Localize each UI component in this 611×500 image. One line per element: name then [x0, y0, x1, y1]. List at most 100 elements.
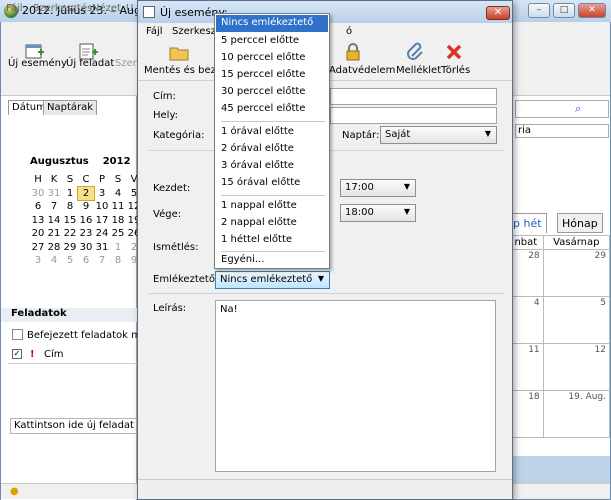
calendar-day[interactable]: 6 — [78, 254, 94, 268]
calendar-select[interactable]: Saját ▼ — [380, 126, 497, 144]
calendar-day[interactable]: 1 — [62, 187, 78, 201]
day-cell[interactable]: 18 — [508, 390, 544, 438]
new-task-button[interactable]: Új feladat — [66, 58, 114, 69]
day-cell[interactable]: 28 — [508, 249, 544, 297]
calendar-day[interactable]: 25 — [110, 227, 126, 241]
calendar-day[interactable]: 31 — [94, 241, 110, 255]
calendar-day[interactable]: 31 — [46, 187, 62, 201]
reminder-option[interactable]: 5 perccel előtte — [216, 33, 328, 50]
search-input[interactable] — [515, 100, 609, 118]
calendar-day[interactable]: 22 — [62, 227, 78, 241]
calendar-day[interactable]: 16 — [78, 214, 94, 228]
menu-file[interactable]: Fájl — [6, 3, 23, 14]
start-time-select[interactable]: 17:00 ▼ — [340, 179, 416, 197]
menu-view[interactable]: Nézet — [92, 3, 121, 14]
description-textarea[interactable]: Na! — [215, 300, 496, 472]
calendar-day[interactable]: 3 — [94, 187, 110, 201]
calendar-day[interactable]: 4 — [46, 254, 62, 268]
reminder-option[interactable]: 3 órával előtte — [216, 158, 328, 175]
calendar-day[interactable]: 8 — [62, 200, 78, 214]
calendar-day[interactable]: 15 — [62, 214, 78, 228]
calendar-day[interactable]: 23 — [78, 227, 94, 241]
calendar-day[interactable]: 8 — [110, 254, 126, 268]
minimize-icon[interactable]: – — [528, 3, 550, 18]
calendar-day[interactable]: 28 — [46, 241, 62, 255]
weekday: P — [98, 174, 106, 186]
tasks-header: Feladatok — [1, 308, 137, 322]
calendar-day-today[interactable]: 2 — [77, 185, 95, 201]
task-done-column-icon[interactable]: ✓ — [12, 349, 22, 359]
reminder-option[interactable]: 45 perccel előtte — [216, 101, 328, 118]
show-completed-tasks[interactable]: Befejezett feladatok meg — [12, 329, 153, 341]
calendar-day[interactable]: 7 — [46, 200, 62, 214]
privacy-button[interactable]: Adatvédelem — [329, 65, 395, 76]
calendar-day[interactable]: 30 — [78, 241, 94, 255]
calendar-day[interactable]: 7 — [94, 254, 110, 268]
day-cell[interactable]: 4 — [508, 296, 544, 344]
day-cell[interactable]: 19. Aug. — [542, 390, 611, 438]
calendar-day[interactable]: 10 — [94, 200, 110, 214]
day-cell[interactable]: 12 — [542, 343, 611, 391]
reminder-option[interactable]: 10 perccel előtte — [216, 50, 328, 67]
dialog-menu-file[interactable]: Fájl — [146, 26, 163, 37]
menu-u[interactable]: U — [126, 3, 133, 14]
calendar-day[interactable]: 13 — [30, 214, 46, 228]
end-time-select[interactable]: 18:00 ▼ — [340, 204, 416, 222]
reminder-option[interactable]: 15 perccel előtte — [216, 67, 328, 84]
calendar-day[interactable]: 14 — [46, 214, 62, 228]
reminder-option[interactable]: 2 órával előtte — [216, 141, 328, 158]
reminder-option[interactable]: 1 órával előtte — [216, 124, 328, 141]
calendar-day[interactable]: 30 — [30, 187, 46, 201]
new-event-button[interactable]: Új esemény — [8, 58, 67, 69]
dialog-menu-options[interactable]: ó — [346, 26, 352, 37]
description-label: Leírás: — [153, 303, 187, 314]
calendar-day[interactable]: 27 — [30, 241, 46, 255]
calendar-day[interactable]: 18 — [110, 214, 126, 228]
calendar-day[interactable]: 1 — [110, 241, 126, 255]
reminder-option-none[interactable]: Nincs emlékeztető — [216, 15, 328, 32]
calendar-day[interactable]: 21 — [46, 227, 62, 241]
mini-calendar-title: Augusztus 2012 — [30, 156, 131, 167]
reminder-option[interactable]: 1 nappal előtte — [216, 198, 328, 215]
reminder-label: Emlékeztető: — [153, 274, 219, 285]
day-cell[interactable]: 11 — [508, 343, 544, 391]
reminder-option-custom[interactable]: Egyéni... — [216, 252, 328, 269]
column-saturday: nbat — [508, 235, 544, 250]
delete-button[interactable]: Törlés — [441, 65, 470, 76]
maximize-icon[interactable]: □ — [553, 3, 575, 18]
calendar-day[interactable]: 9 — [78, 200, 94, 214]
day-cell[interactable]: 29 — [542, 249, 611, 297]
reminder-option[interactable]: 2 nappal előtte — [216, 215, 328, 232]
location-input[interactable] — [330, 107, 497, 124]
calendar-day[interactable]: 24 — [94, 227, 110, 241]
attachment-button[interactable]: Melléklet — [396, 65, 441, 76]
search-icon[interactable]: ⌕ — [575, 102, 581, 116]
calendar-day[interactable]: 29 — [62, 241, 78, 255]
new-task-input[interactable]: Kattintson ide új feladat hoz — [10, 418, 138, 434]
tab-week[interactable]: p hét — [508, 213, 547, 233]
task-priority-icon[interactable]: ! — [30, 349, 35, 360]
reminder-option[interactable]: 1 héttel előtte — [216, 232, 328, 249]
reminder-option[interactable]: 30 perccel előtte — [216, 84, 328, 101]
tab-calendars[interactable]: Naptárak — [43, 100, 98, 115]
calendar-day[interactable]: 5 — [62, 254, 78, 268]
delete-icon — [446, 44, 462, 60]
calendar-day[interactable]: 6 — [30, 200, 46, 214]
dialog-close-button[interactable]: ✕ — [486, 6, 510, 20]
save-close-icon — [169, 47, 189, 61]
day-cell[interactable]: 5 — [542, 296, 611, 344]
close-icon[interactable]: ✕ — [578, 3, 606, 18]
calendar-label: Naptár: — [342, 130, 380, 141]
menu-edit[interactable]: Szerkesztés — [33, 3, 92, 14]
tab-month[interactable]: Hónap — [557, 213, 603, 233]
calendar-day[interactable]: 20 — [30, 227, 46, 241]
show-completed-checkbox[interactable] — [12, 329, 23, 340]
task-title-column[interactable]: Cím — [44, 349, 64, 360]
calendar-day[interactable]: 3 — [30, 254, 46, 268]
title-input[interactable] — [330, 88, 497, 105]
reminder-option[interactable]: 15 órával előtte — [216, 175, 328, 192]
calendar-day[interactable]: 11 — [110, 200, 126, 214]
reminder-select[interactable]: Nincs emlékeztető ▼ — [215, 271, 330, 289]
calendar-day[interactable]: 4 — [110, 187, 126, 201]
calendar-day[interactable]: 17 — [94, 214, 110, 228]
